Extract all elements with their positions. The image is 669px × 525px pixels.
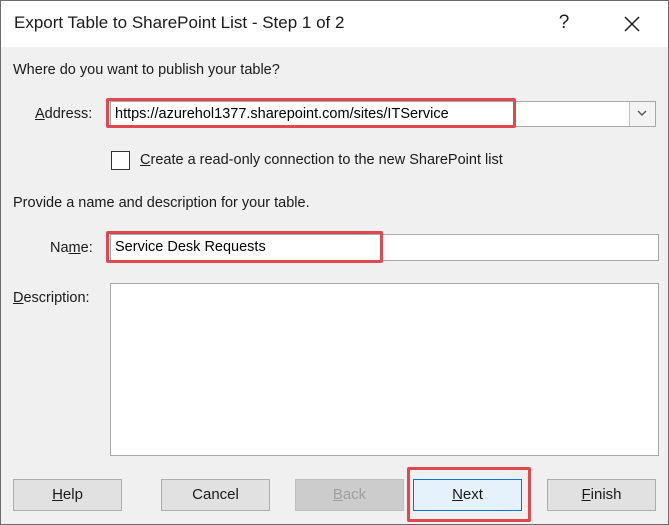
description-field[interactable] bbox=[110, 283, 659, 456]
name-field[interactable]: Service Desk Requests bbox=[110, 234, 659, 261]
next-button[interactable]: Next bbox=[413, 479, 522, 511]
readonly-label-accel: C bbox=[140, 152, 151, 168]
dialog-title: Export Table to SharePoint List - Step 1… bbox=[14, 13, 345, 32]
help-button-accel: H bbox=[52, 486, 63, 503]
back-button-rest: ack bbox=[342, 486, 367, 503]
publish-prompt: Where do you want to publish your table? bbox=[13, 62, 280, 78]
name-label: Name: bbox=[50, 240, 93, 256]
name-label-post: e: bbox=[80, 240, 93, 256]
address-label-accel: A bbox=[35, 106, 45, 122]
finish-button-accel: F bbox=[581, 486, 591, 503]
back-button[interactable]: Back bbox=[295, 479, 404, 511]
address-label-rest: ddress: bbox=[44, 106, 93, 122]
address-dropdown-button[interactable] bbox=[629, 102, 655, 126]
finish-button[interactable]: Finish bbox=[547, 479, 656, 511]
next-button-accel: N bbox=[452, 486, 463, 503]
name-label-pre: Na bbox=[50, 240, 69, 256]
cancel-button-label: Cancel bbox=[192, 486, 239, 503]
help-button[interactable]: Help bbox=[13, 479, 122, 511]
readonly-label-rest: reate a read-only connection to the new … bbox=[150, 152, 503, 168]
address-label: Address: bbox=[35, 106, 92, 122]
help-icon[interactable]: ? bbox=[552, 9, 576, 37]
address-value: https://azurehol1377.sharepoint.com/site… bbox=[115, 106, 449, 122]
readonly-connection-label[interactable]: Create a read-only connection to the new… bbox=[140, 152, 503, 168]
readonly-connection-checkbox[interactable] bbox=[111, 151, 130, 170]
finish-button-rest: inish bbox=[590, 486, 622, 503]
details-prompt: Provide a name and description for your … bbox=[13, 195, 310, 211]
chevron-down-icon bbox=[637, 110, 647, 116]
help-button-rest: elp bbox=[62, 486, 83, 503]
description-label-rest: escription: bbox=[23, 290, 90, 306]
export-table-dialog: Export Table to SharePoint List - Step 1… bbox=[0, 0, 669, 525]
name-value: Service Desk Requests bbox=[115, 239, 266, 255]
next-button-rest: ext bbox=[462, 486, 483, 503]
title-bar: Export Table to SharePoint List - Step 1… bbox=[1, 1, 668, 47]
close-icon[interactable] bbox=[621, 13, 643, 35]
back-button-accel: B bbox=[332, 486, 343, 503]
cancel-button[interactable]: Cancel bbox=[161, 479, 270, 511]
description-label-accel: D bbox=[13, 290, 24, 306]
address-combobox[interactable]: https://azurehol1377.sharepoint.com/site… bbox=[110, 101, 656, 127]
name-label-accel: m bbox=[68, 240, 81, 256]
description-label: Description: bbox=[13, 290, 90, 306]
